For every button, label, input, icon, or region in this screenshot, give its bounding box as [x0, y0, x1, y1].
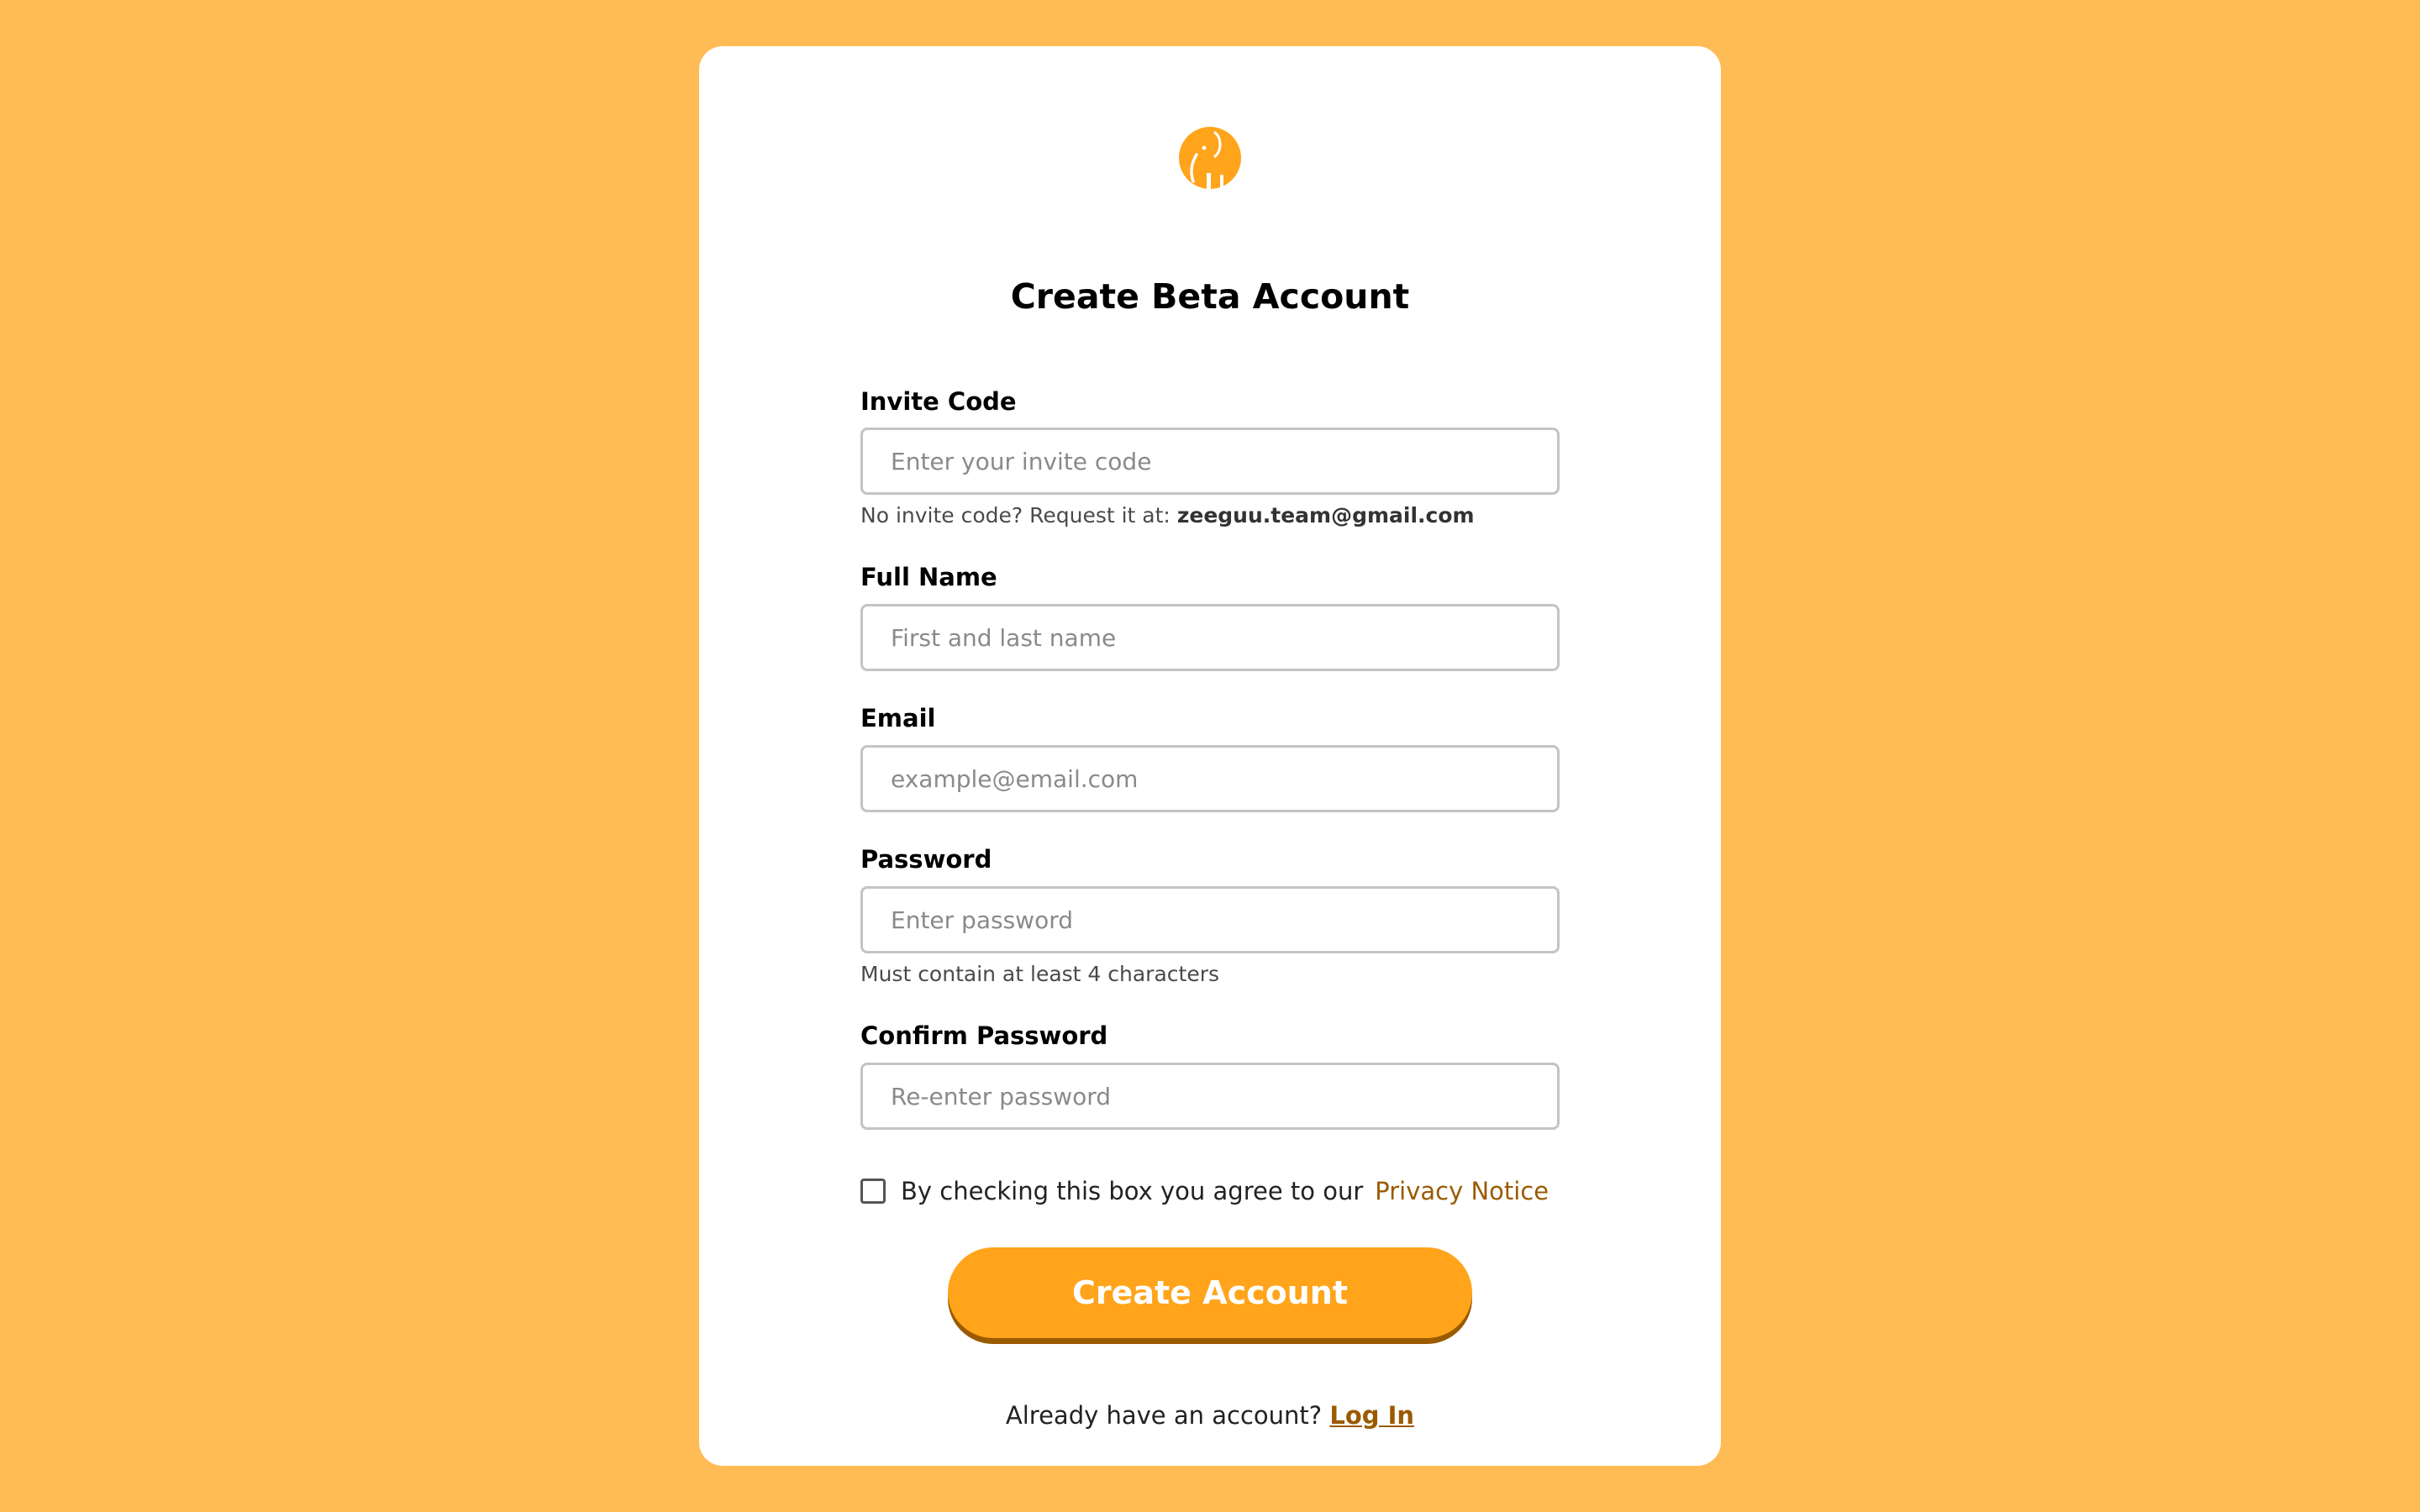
full-name-input[interactable] — [860, 604, 1560, 671]
login-prompt-text: Already have an account? — [1005, 1401, 1323, 1430]
privacy-notice-link[interactable]: Privacy Notice — [1375, 1177, 1549, 1205]
invite-code-hint: No invite code? Request it at: zeeguu.te… — [860, 502, 1475, 529]
email-input[interactable] — [860, 745, 1560, 812]
confirm-password-input[interactable] — [860, 1063, 1560, 1130]
email-label: Email — [860, 704, 936, 732]
login-prompt: Already have an account? Log In — [699, 1400, 1721, 1431]
invite-code-hint-text: No invite code? Request it at: — [860, 503, 1171, 528]
login-link[interactable]: Log In — [1329, 1401, 1414, 1430]
page-title: Create Beta Account — [1010, 276, 1410, 317]
full-name-label: Full Name — [860, 563, 997, 591]
invite-request-email: zeeguu.team@gmail.com — [1176, 503, 1475, 528]
privacy-consent-checkbox[interactable] — [860, 1179, 886, 1204]
password-hint: Must contain at least 4 characters — [860, 962, 1220, 986]
invite-code-input[interactable] — [860, 428, 1560, 495]
signup-card: Create Beta Account Invite Code No invit… — [699, 46, 1721, 1466]
password-label: Password — [860, 845, 992, 874]
privacy-consent: By checking this box you agree to our Pr… — [860, 1176, 1549, 1206]
invite-code-label: Invite Code — [860, 387, 1017, 416]
confirm-password-label: Confirm Password — [860, 1021, 1108, 1050]
password-input[interactable] — [860, 886, 1560, 953]
privacy-consent-text: By checking this box you agree to our — [901, 1177, 1364, 1205]
create-account-button[interactable]: Create Account — [948, 1247, 1472, 1338]
elephant-icon — [1179, 127, 1241, 190]
